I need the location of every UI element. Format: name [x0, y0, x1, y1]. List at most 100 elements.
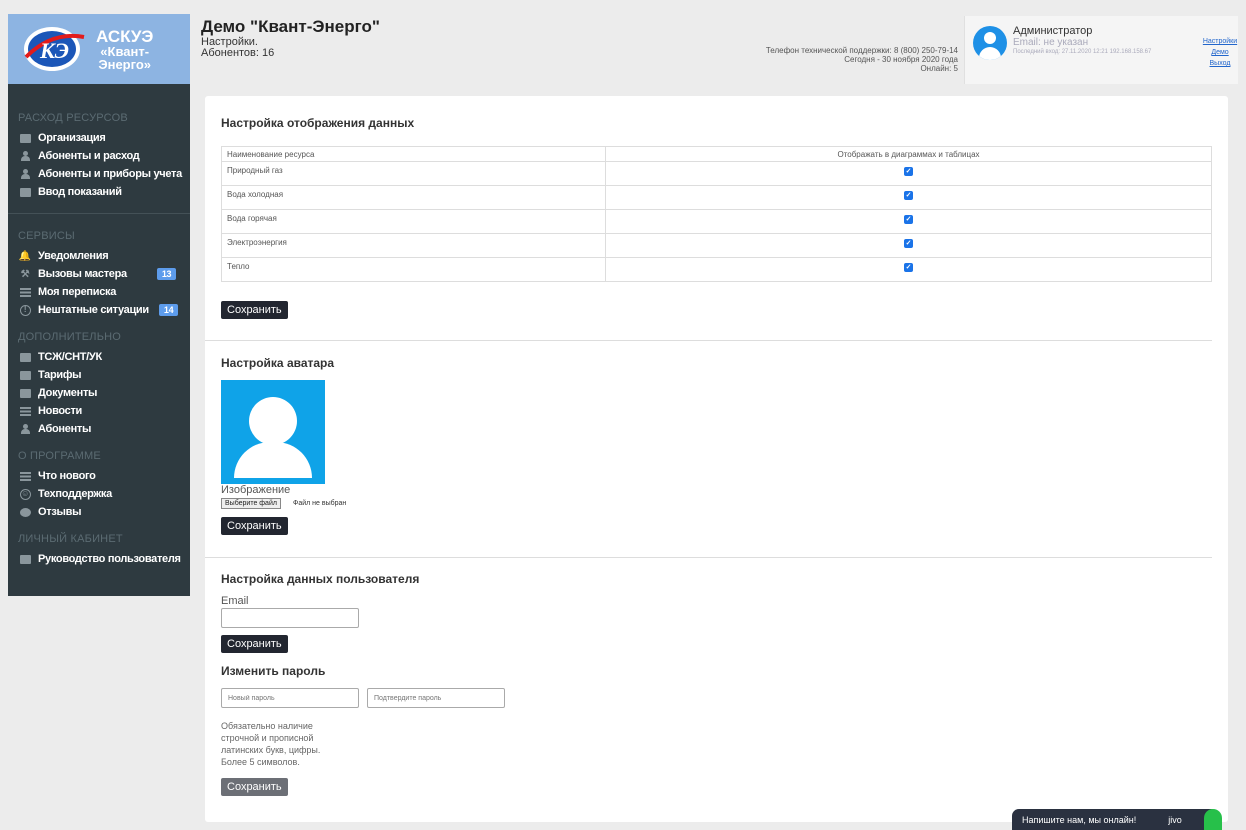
- list-icon: [18, 471, 32, 482]
- logout-link[interactable]: Выход: [1202, 58, 1238, 69]
- sidebar-item-label: Моя переписка: [38, 286, 117, 298]
- sidebar-section-title: СЕРВИСЫ: [18, 230, 75, 242]
- online-count: Онлайн: 5: [920, 64, 958, 73]
- user-name: Администратор: [1013, 25, 1093, 37]
- sidebar-item-tariffs[interactable]: Тарифы: [18, 366, 190, 384]
- sidebar-item-subscribers-consumption[interactable]: Абоненты и расход: [18, 147, 190, 165]
- sidebar-item-label: Вызовы мастера: [38, 268, 127, 280]
- subscriber-count: Абонентов: 16: [201, 47, 275, 59]
- user-panel: Администратор Email: не указан Последний…: [964, 16, 1238, 84]
- new-password-input[interactable]: [221, 688, 359, 708]
- warning-icon: !: [18, 304, 32, 316]
- logo-line-3: Энерго»: [98, 56, 152, 72]
- sidebar-item-label: Тарифы: [38, 369, 82, 381]
- choose-file-button[interactable]: Выберите файл: [221, 498, 281, 509]
- sidebar-item-label: Документы: [38, 387, 98, 399]
- table-row: Природный газ ✓: [221, 161, 1212, 186]
- chart-icon: [18, 187, 32, 198]
- sidebar-item-support[interactable]: ☺ Техподдержка: [18, 485, 190, 503]
- sidebar-item-whats-new[interactable]: Что нового: [18, 467, 190, 485]
- main-content: Настройка отображения данных Наименовани…: [205, 96, 1228, 822]
- avatar-settings-title: Настройка аватара: [221, 356, 335, 370]
- list-icon: [18, 287, 32, 298]
- resource-name: Вода холодная: [221, 185, 606, 210]
- sidebar-item-label: ТСЖ/СНТ/УК: [38, 351, 102, 363]
- briefcase-icon: [18, 133, 32, 144]
- sidebar-item-hoa[interactable]: ТСЖ/СНТ/УК: [18, 348, 190, 366]
- support-info: Телефон технической поддержки: 8 (800) 2…: [766, 46, 958, 73]
- sidebar-item-label: Руководство пользователя: [38, 553, 181, 565]
- save-display-button[interactable]: Сохранить: [221, 301, 288, 319]
- sidebar-item-label: Что нового: [38, 470, 96, 482]
- online-indicator-icon: [1204, 809, 1222, 830]
- sidebar-item-label: Ввод показаний: [38, 186, 122, 198]
- divider: [205, 340, 1212, 341]
- sidebar-section-services: СЕРВИСЫ 🔔 Уведомления ⚒ Вызовы мастера 13 М…: [8, 214, 190, 319]
- display-checkbox[interactable]: ✓: [904, 215, 913, 224]
- svg-text:КЭ: КЭ: [39, 38, 69, 63]
- wrench-icon: ⚒: [20, 268, 30, 280]
- user-icon: [18, 151, 32, 162]
- user-links: Настройки Демо Выход: [1202, 36, 1238, 69]
- sidebar-item-correspondence[interactable]: Моя переписка: [18, 283, 190, 301]
- sidebar: КЭ АСКУЭ «Квант- Энерго» РАСХОД РЕСУРСОВ…: [8, 14, 190, 596]
- bell-icon: 🔔: [18, 250, 32, 262]
- confirm-password-input[interactable]: [367, 688, 505, 708]
- sidebar-item-reviews[interactable]: Отзывы: [18, 503, 190, 521]
- sidebar-item-organization[interactable]: Организация: [18, 129, 190, 147]
- sidebar-item-label: Новости: [38, 405, 83, 417]
- sidebar-item-label: Абоненты: [38, 423, 92, 435]
- sidebar-item-subscribers-meters[interactable]: Абоненты и приборы учета: [18, 165, 190, 183]
- settings-link[interactable]: Настройки: [1202, 36, 1238, 47]
- resource-name: Вода горячая: [221, 209, 606, 234]
- divider: [205, 557, 1212, 558]
- sidebar-item-label: Отзывы: [38, 506, 82, 518]
- sidebar-item-readings-input[interactable]: Ввод показаний: [18, 183, 190, 201]
- logo[interactable]: КЭ АСКУЭ «Квант- Энерго»: [8, 14, 190, 84]
- chat-widget[interactable]: Напишите нам, мы онлайн! jivo: [1012, 809, 1222, 830]
- table-row: Электроэнергия ✓: [221, 233, 1212, 258]
- smile-icon: ☺: [19, 488, 31, 500]
- count-badge: 14: [158, 304, 179, 316]
- sidebar-section-title: РАСХОД РЕСУРСОВ: [18, 112, 128, 124]
- logo-line-1: АСКУЭ: [96, 26, 154, 46]
- sidebar-item-master-calls[interactable]: ⚒ Вызовы мастера 13: [18, 265, 190, 283]
- demo-link[interactable]: Демо: [1202, 47, 1238, 58]
- email-label: Email: [221, 595, 249, 607]
- sidebar-item-label: Организация: [38, 132, 106, 144]
- briefcase-icon: [18, 352, 32, 363]
- logo-line-2: «Квант-: [100, 43, 150, 59]
- display-checkbox[interactable]: ✓: [904, 167, 913, 176]
- display-checkbox[interactable]: ✓: [904, 263, 913, 272]
- password-title: Изменить пароль: [221, 664, 326, 678]
- sidebar-item-news[interactable]: Новости: [18, 402, 190, 420]
- page-title: Демо "Квант-Энерго": [201, 17, 380, 36]
- image-label: Изображение: [221, 484, 291, 496]
- sidebar-item-label: Нештатные ситуации: [38, 304, 149, 316]
- sidebar-item-documents[interactable]: Документы: [18, 384, 190, 402]
- save-user-button[interactable]: Сохранить: [221, 635, 288, 653]
- sidebar-item-notifications[interactable]: 🔔 Уведомления: [18, 247, 190, 265]
- sidebar-section-about: О ПРОГРАММЕ Что нового ☺ Техподдержка Отз…: [8, 438, 190, 521]
- table-row: Вода холодная ✓: [221, 185, 1212, 210]
- save-password-button[interactable]: Сохранить: [221, 778, 288, 796]
- chat-brand: jivo: [1168, 814, 1182, 825]
- avatar[interactable]: [973, 26, 1007, 60]
- avatar-preview: [221, 380, 325, 484]
- sidebar-section-additional: ДОПОЛНИТЕЛЬНО ТСЖ/СНТ/УК Тарифы Документ…: [8, 319, 190, 438]
- email-field[interactable]: [221, 608, 359, 628]
- save-avatar-button[interactable]: Сохранить: [221, 517, 288, 535]
- last-login: Последний вход: 27.11.2020 12:21 192.168…: [1013, 49, 1152, 55]
- display-settings-title: Настройка отображения данных: [221, 116, 415, 130]
- table-row: Вода горячая ✓: [221, 209, 1212, 234]
- display-checkbox[interactable]: ✓: [904, 239, 913, 248]
- display-checkbox[interactable]: ✓: [904, 191, 913, 200]
- sidebar-item-emergencies[interactable]: ! Нештатные ситуации 14: [18, 301, 190, 319]
- sidebar-section-title: ЛИЧНЫЙ КАБИНЕТ: [18, 533, 123, 545]
- logo-text: АСКУЭ «Квант- Энерго»: [96, 28, 153, 71]
- comment-icon: [18, 507, 32, 518]
- sidebar-item-subscribers[interactable]: Абоненты: [18, 420, 190, 438]
- logo-emblem-icon: КЭ: [24, 27, 85, 71]
- sidebar-section-resources: РАСХОД РЕСУРСОВ Организация Абоненты и р…: [8, 84, 190, 201]
- sidebar-item-user-manual[interactable]: Руководство пользователя: [18, 550, 190, 568]
